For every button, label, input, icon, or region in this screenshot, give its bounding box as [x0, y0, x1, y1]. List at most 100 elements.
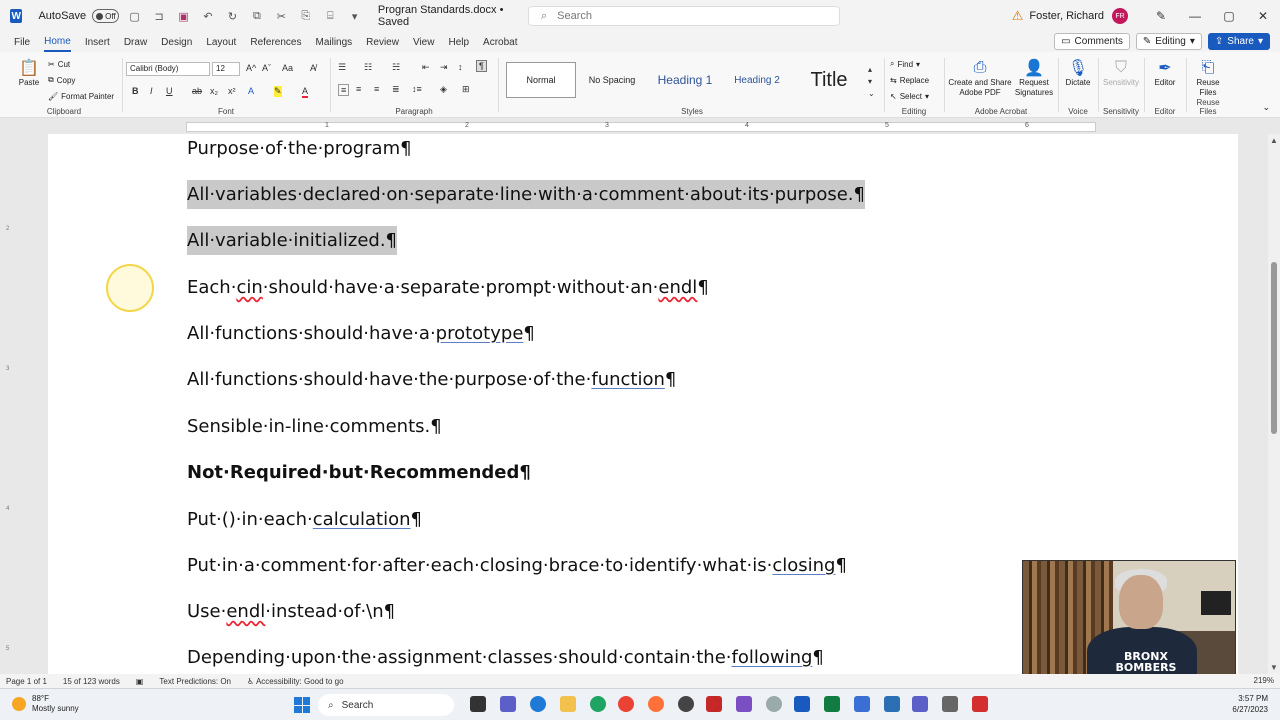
- dictate-button[interactable]: 🎙 Dictate: [1062, 58, 1094, 88]
- start-button[interactable]: [294, 697, 310, 713]
- access-icon[interactable]: [884, 696, 900, 712]
- tab-review[interactable]: Review: [366, 34, 399, 51]
- line-spacing-icon[interactable]: ↕≡: [412, 84, 422, 94]
- highlight-icon[interactable]: ✎: [274, 86, 282, 97]
- align-center-icon[interactable]: ≡: [356, 84, 361, 94]
- scroll-up-icon[interactable]: ▲: [1270, 136, 1278, 145]
- new-document-icon[interactable]: ▢: [128, 9, 140, 23]
- find-button[interactable]: ⌕ Find ▾: [890, 56, 929, 72]
- tab-references[interactable]: References: [250, 34, 301, 51]
- close-button[interactable]: ✕: [1246, 0, 1280, 32]
- style-title[interactable]: Title: [796, 62, 862, 98]
- tab-design[interactable]: Design: [161, 34, 192, 51]
- request-signatures-button[interactable]: 👤 Request Signatures: [1014, 58, 1054, 98]
- paragraph-selected[interactable]: All·variables·declared·on·separate·line·…: [187, 180, 865, 209]
- shading-icon[interactable]: ◈: [440, 84, 447, 95]
- scroll-thumb[interactable]: [1271, 262, 1277, 434]
- cut-icon[interactable]: ✂: [275, 9, 287, 23]
- warning-icon[interactable]: ⚠: [1012, 8, 1024, 24]
- format-painter-button[interactable]: 🖌 Format Painter: [48, 88, 114, 104]
- save-icon[interactable]: ▣: [177, 9, 189, 23]
- decrease-indent-icon[interactable]: ⇤: [422, 62, 430, 73]
- clear-formatting-icon[interactable]: A̸: [310, 63, 316, 73]
- page-count[interactable]: Page 1 of 1: [6, 677, 47, 686]
- snipping-tool-icon[interactable]: [942, 696, 958, 712]
- editing-mode-button[interactable]: ✎ Editing ▾: [1135, 33, 1202, 50]
- tab-view[interactable]: View: [413, 34, 435, 51]
- minimize-button[interactable]: —: [1178, 0, 1212, 32]
- font-color-icon[interactable]: A: [302, 86, 309, 98]
- font-family-select[interactable]: Calibri (Body): [126, 62, 210, 76]
- dell-icon[interactable]: [678, 696, 694, 712]
- settings-icon[interactable]: [766, 696, 782, 712]
- vertical-scrollbar[interactable]: ▲ ▼: [1268, 134, 1280, 674]
- system-clock[interactable]: 3:57 PM 6/27/2023: [1232, 693, 1268, 715]
- document-title[interactable]: Progran Standards.docx • Saved: [378, 4, 520, 28]
- styles-scroll-icon[interactable]: ▴ ▾ ⌄: [868, 64, 875, 100]
- tab-acrobat[interactable]: Acrobat: [483, 34, 517, 51]
- align-left-icon[interactable]: ≡: [338, 84, 350, 96]
- format-painter-icon[interactable]: ⌸: [324, 9, 336, 23]
- horizontal-ruler[interactable]: 1 2 3 4 5 6: [0, 118, 1280, 134]
- replace-button[interactable]: ⇆ Replace: [890, 72, 929, 88]
- italic-icon[interactable]: I: [150, 86, 153, 96]
- autosave-toggle[interactable]: Off: [92, 9, 120, 23]
- excel-icon[interactable]: [824, 696, 840, 712]
- style-heading-2[interactable]: Heading 2: [724, 62, 790, 98]
- undo-icon[interactable]: ↶: [202, 9, 214, 23]
- strikethrough-icon[interactable]: ab: [192, 86, 202, 96]
- tab-help[interactable]: Help: [448, 34, 469, 51]
- bullets-icon[interactable]: ☰: [338, 62, 346, 73]
- sensitivity-button[interactable]: ⛉ Sensitivity: [1102, 58, 1140, 88]
- paste-button[interactable]: 📋 Paste: [14, 58, 44, 88]
- paragraph[interactable]: All·functions·should·have·a·prototype¶: [187, 323, 535, 344]
- sort-icon[interactable]: ↕: [458, 62, 463, 72]
- paragraph-selected[interactable]: All·variable·initialized.¶: [187, 226, 397, 255]
- copy-icon[interactable]: ⧉: [251, 9, 263, 23]
- increase-indent-icon[interactable]: ⇥: [440, 62, 448, 73]
- open-folder-icon[interactable]: ⊐: [153, 9, 165, 23]
- copy-button[interactable]: ⧉ Copy: [48, 72, 114, 88]
- teams-icon[interactable]: [912, 696, 928, 712]
- text-effects-icon[interactable]: A: [248, 86, 254, 96]
- app-icon[interactable]: [854, 696, 870, 712]
- avatar[interactable]: FR: [1112, 8, 1128, 24]
- paragraph[interactable]: Put·()·in·each·calculation¶: [187, 509, 422, 530]
- multilevel-list-icon[interactable]: ☵: [392, 62, 400, 73]
- edge-dev-icon[interactable]: [590, 696, 606, 712]
- paragraph[interactable]: All·functions·should·have·the·purpose·of…: [187, 369, 676, 390]
- tab-home[interactable]: Home: [44, 33, 71, 52]
- word-count[interactable]: 15 of 123 words: [63, 677, 120, 686]
- align-right-icon[interactable]: ≡: [374, 84, 379, 94]
- paragraph[interactable]: Sensible·in-line·comments.¶: [187, 416, 442, 437]
- paragraph-heading[interactable]: Not·Required·but·Recommended¶: [187, 462, 531, 483]
- justify-icon[interactable]: ≣: [392, 84, 400, 95]
- paragraph[interactable]: Use·endl·instead·of·\n¶: [187, 601, 395, 622]
- paragraph[interactable]: Each·cin·should·have·a·separate·prompt·w…: [187, 277, 709, 298]
- zoom-level[interactable]: 219%: [1254, 676, 1274, 685]
- firefox-icon[interactable]: [648, 696, 664, 712]
- subscript-icon[interactable]: x₂: [210, 86, 218, 96]
- pen-icon[interactable]: ✎: [1144, 0, 1178, 32]
- paste-icon[interactable]: ⎘: [300, 9, 312, 23]
- underline-icon[interactable]: U: [166, 86, 173, 96]
- style-no-spacing[interactable]: No Spacing: [580, 62, 644, 98]
- grow-font-icon[interactable]: A^: [246, 63, 256, 73]
- bold-icon[interactable]: B: [132, 86, 139, 96]
- search-box[interactable]: ⌕ Search: [528, 6, 840, 26]
- file-explorer-icon[interactable]: [560, 696, 576, 712]
- share-button[interactable]: ⇪ Share ▾: [1207, 33, 1270, 50]
- word-taskbar-icon[interactable]: [794, 696, 810, 712]
- numbering-icon[interactable]: ☷: [364, 62, 372, 73]
- tab-draw[interactable]: Draw: [124, 34, 147, 51]
- tab-file[interactable]: File: [14, 34, 30, 51]
- chrome-icon[interactable]: [618, 696, 634, 712]
- user-name[interactable]: Foster, Richard: [1029, 10, 1104, 22]
- superscript-icon[interactable]: x²: [228, 86, 236, 96]
- tab-layout[interactable]: Layout: [206, 34, 236, 51]
- task-view-icon[interactable]: [470, 696, 486, 712]
- teams-chat-icon[interactable]: [500, 696, 516, 712]
- customize-toolbar-icon[interactable]: ▾: [348, 9, 360, 23]
- security-app-icon[interactable]: [706, 696, 722, 712]
- borders-icon[interactable]: ⊞: [462, 84, 470, 95]
